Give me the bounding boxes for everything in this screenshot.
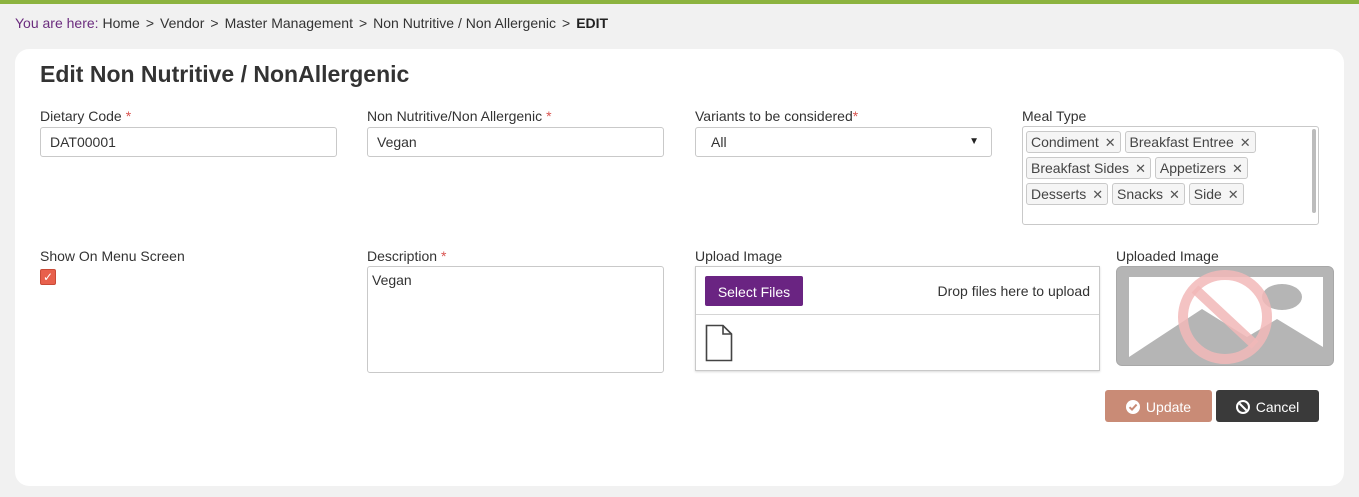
ban-icon <box>1235 400 1250 414</box>
meal-type-tag: Side ✕ <box>1188 183 1244 205</box>
update-button[interactable]: Update <box>1105 390 1212 422</box>
edit-form-card: Edit Non Nutritive / NonAllergenic Dieta… <box>15 49 1344 486</box>
meal-type-tag: Snacks ✕ <box>1112 183 1185 205</box>
remove-tag-icon[interactable]: ✕ <box>1228 185 1239 205</box>
select-files-button[interactable]: Select Files <box>705 276 803 306</box>
breadcrumb-prefix: You are here: <box>15 15 99 31</box>
dietary-code-input[interactable]: DAT00001 <box>40 127 337 157</box>
uploaded-image-preview <box>1116 266 1334 366</box>
remove-tag-icon[interactable]: ✕ <box>1105 133 1116 153</box>
upload-dropzone[interactable]: Select Files Drop files here to upload <box>695 266 1100 371</box>
dropdown-arrow-icon: ▼ <box>969 136 979 147</box>
remove-tag-icon[interactable]: ✕ <box>1232 159 1243 179</box>
variants-select[interactable]: All ▼ <box>695 127 992 157</box>
cancel-button[interactable]: Cancel <box>1216 390 1319 422</box>
remove-tag-icon[interactable]: ✕ <box>1240 133 1251 153</box>
meal-type-tag: Appetizers ✕ <box>1154 157 1248 179</box>
top-accent-bar <box>0 0 1359 4</box>
breadcrumb-master-management[interactable]: Master Management <box>225 15 353 31</box>
remove-tag-icon[interactable]: ✕ <box>1135 159 1146 179</box>
breadcrumb-vendor[interactable]: Vendor <box>160 15 204 31</box>
remove-tag-icon[interactable]: ✕ <box>1092 185 1103 205</box>
show-on-menu-label: Show On Menu Screen <box>40 248 185 264</box>
upload-image-label: Upload Image <box>695 248 783 264</box>
breadcrumb-home[interactable]: Home <box>102 15 139 31</box>
meal-type-label: Meal Type <box>1022 108 1087 124</box>
file-icon <box>705 324 733 362</box>
breadcrumb-non-nutritive[interactable]: Non Nutritive / Non Allergenic <box>373 15 556 31</box>
remove-tag-icon[interactable]: ✕ <box>1169 185 1180 205</box>
meal-type-tag: Breakfast Sides ✕ <box>1026 157 1151 179</box>
variants-selected-value: All <box>711 134 727 150</box>
dietary-code-label: Dietary Code * <box>40 108 132 124</box>
meal-type-tag: Breakfast Entree ✕ <box>1124 131 1256 153</box>
non-nutritive-label: Non Nutritive/Non Allergenic * <box>367 108 552 124</box>
no-image-placeholder-icon <box>1117 267 1333 365</box>
breadcrumb-current: EDIT <box>576 15 609 31</box>
check-circle-icon <box>1125 400 1140 414</box>
meal-type-scrollbar[interactable] <box>1312 129 1316 213</box>
meal-type-multiselect[interactable]: Condiment ✕ Breakfast Entree ✕ Breakfast S… <box>1022 126 1319 225</box>
non-nutritive-input[interactable]: Vegan <box>367 127 664 157</box>
show-on-menu-checkbox[interactable]: ✓ <box>40 269 56 285</box>
variants-label: Variants to be considered* <box>695 108 859 124</box>
page-title: Edit Non Nutritive / NonAllergenic <box>40 61 410 87</box>
description-textarea[interactable]: Vegan <box>367 266 664 373</box>
breadcrumb: You are here: Home > Vendor > Master Managem… <box>15 15 609 31</box>
meal-type-tag: Desserts ✕ <box>1026 183 1109 205</box>
description-label: Description * <box>367 248 447 264</box>
uploaded-image-label: Uploaded Image <box>1116 248 1219 264</box>
drop-files-hint: Drop files here to upload <box>937 283 1090 299</box>
meal-type-tag: Condiment ✕ <box>1026 131 1121 153</box>
